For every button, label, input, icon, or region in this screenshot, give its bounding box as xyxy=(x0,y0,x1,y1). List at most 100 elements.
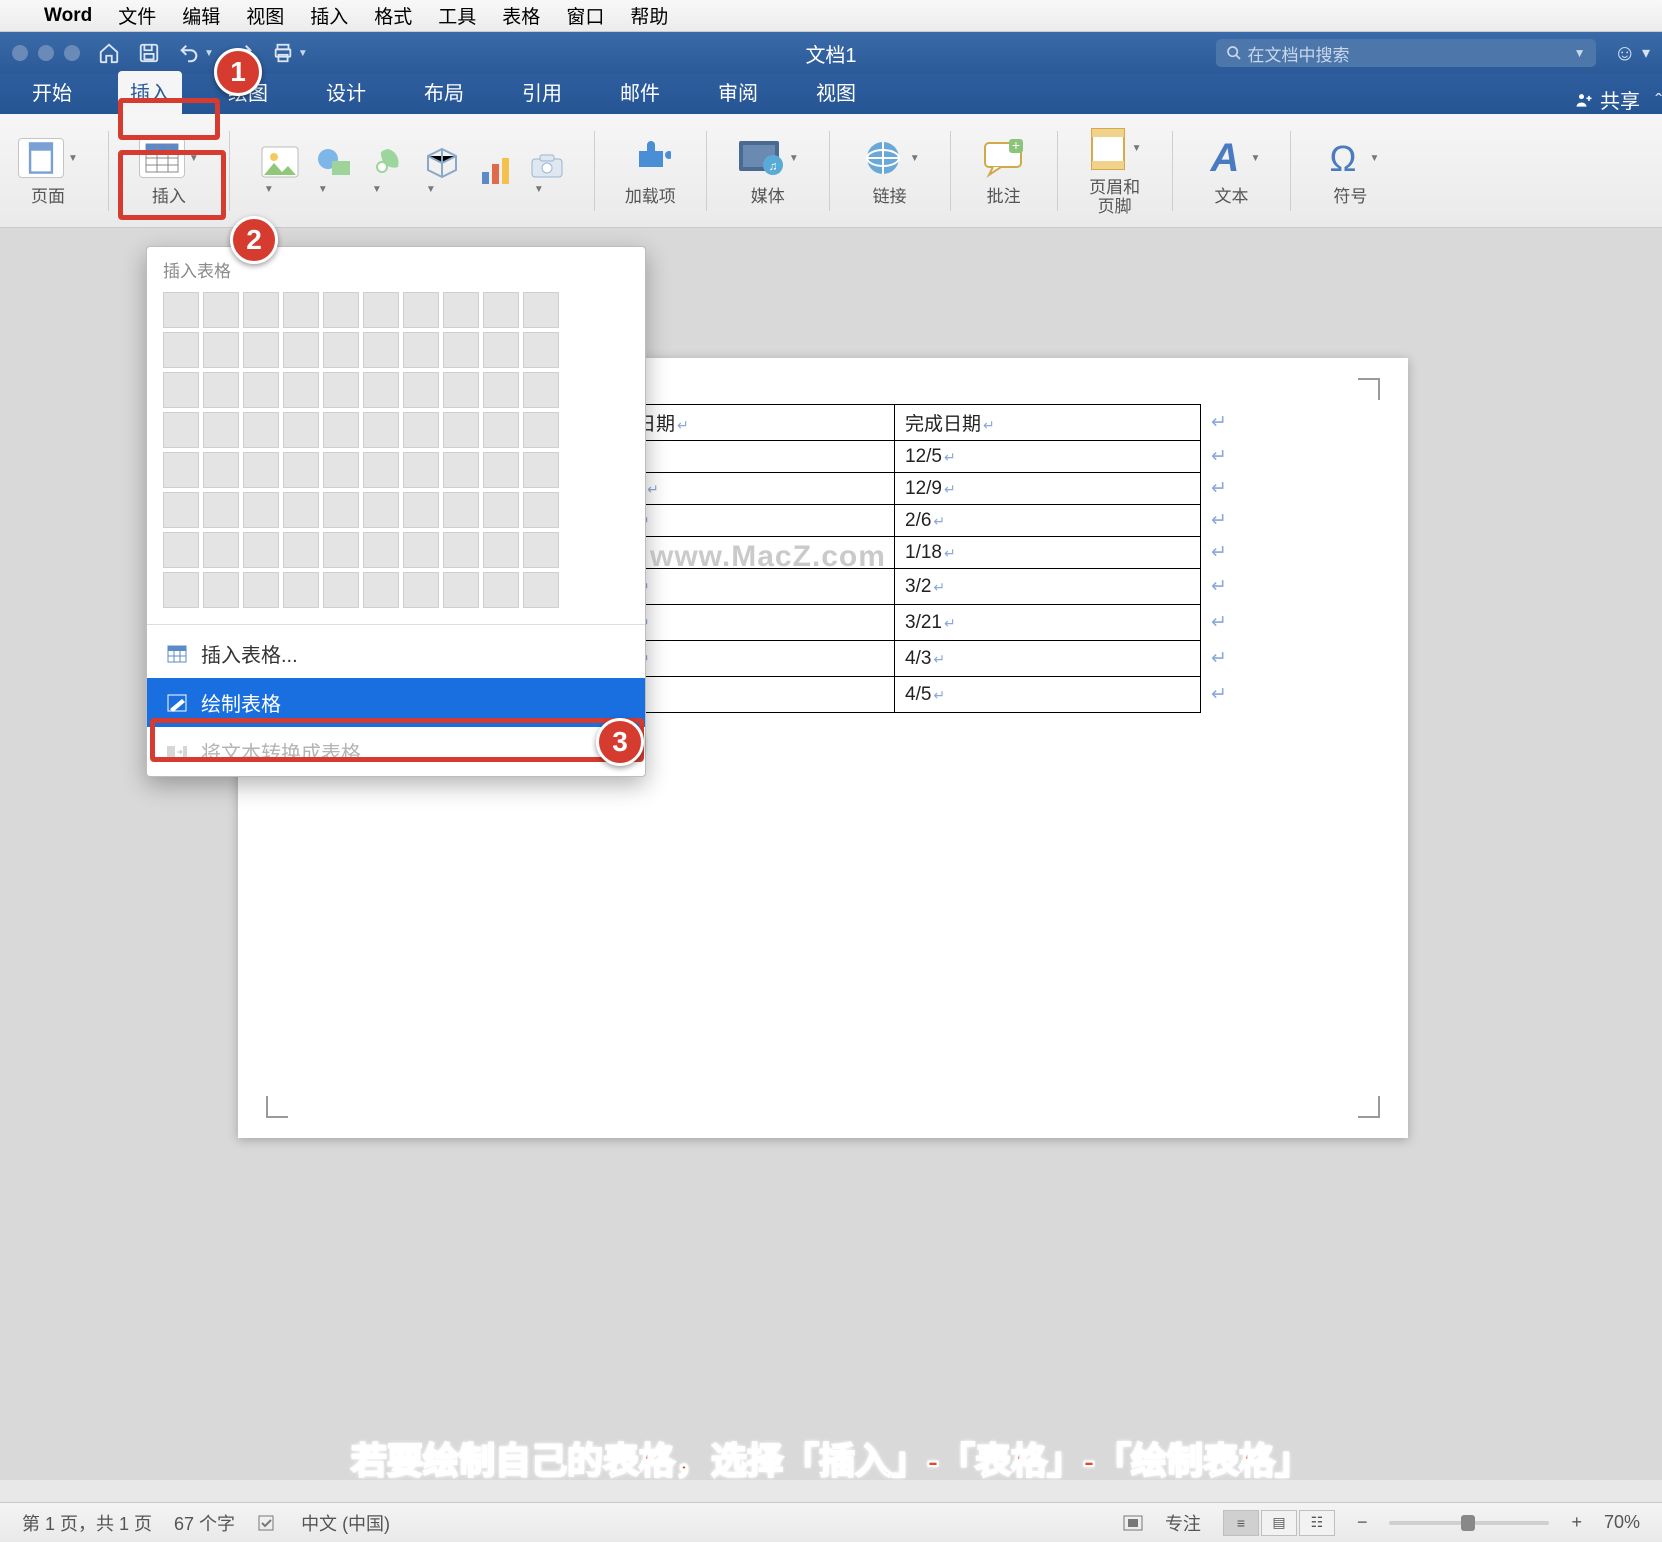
grid-cell[interactable] xyxy=(403,532,439,568)
tab-mailings[interactable]: 邮件 xyxy=(608,71,672,114)
grid-cell[interactable] xyxy=(203,292,239,328)
zoom-in-icon[interactable]: + xyxy=(1571,1512,1582,1533)
grid-cell[interactable] xyxy=(403,372,439,408)
grid-cell[interactable] xyxy=(163,572,199,608)
table-cell[interactable]: 4/5↵ xyxy=(895,677,1201,713)
status-language[interactable]: 中文 (中国) xyxy=(301,1510,390,1536)
grid-cell[interactable] xyxy=(523,412,559,448)
grid-cell[interactable] xyxy=(163,492,199,528)
grid-cell[interactable] xyxy=(323,372,359,408)
menu-file[interactable]: 文件 xyxy=(118,2,156,29)
grid-cell[interactable] xyxy=(403,412,439,448)
grid-cell[interactable] xyxy=(283,532,319,568)
status-wordcount[interactable]: 67 个字 xyxy=(174,1510,235,1536)
status-page[interactable]: 第 1 页，共 1 页 xyxy=(22,1510,152,1536)
zoom-out-icon[interactable]: − xyxy=(1357,1512,1368,1533)
shapes-icon[interactable]: ▼ xyxy=(314,145,354,197)
grid-cell[interactable] xyxy=(203,532,239,568)
grid-cell[interactable] xyxy=(163,332,199,368)
grid-cell[interactable] xyxy=(403,572,439,608)
grid-cell[interactable] xyxy=(163,532,199,568)
grid-cell[interactable] xyxy=(443,492,479,528)
grid-cell[interactable] xyxy=(203,492,239,528)
grid-cell[interactable] xyxy=(243,572,279,608)
grid-cell[interactable] xyxy=(523,292,559,328)
grid-cell[interactable] xyxy=(523,492,559,528)
pictures-icon[interactable]: ▼ xyxy=(260,145,300,197)
grid-cell[interactable] xyxy=(483,412,519,448)
group-comment[interactable]: + 批注 xyxy=(981,134,1027,207)
grid-cell[interactable] xyxy=(443,372,479,408)
grid-cell[interactable] xyxy=(243,372,279,408)
grid-cell[interactable] xyxy=(283,492,319,528)
grid-cell[interactable] xyxy=(363,572,399,608)
group-headerfooter[interactable]: ▼ 页眉和 页脚 xyxy=(1088,125,1142,216)
tab-view[interactable]: 视图 xyxy=(804,71,868,114)
grid-cell[interactable] xyxy=(483,372,519,408)
tab-references[interactable]: 引用 xyxy=(510,71,574,114)
menu-insert[interactable]: 插入 xyxy=(310,2,348,29)
tab-review[interactable]: 审阅 xyxy=(706,71,770,114)
grid-cell[interactable] xyxy=(283,332,319,368)
table-cell[interactable]: 12/9↵ xyxy=(895,473,1201,505)
group-text[interactable]: A▼ 文本 xyxy=(1203,134,1261,207)
grid-cell[interactable] xyxy=(443,532,479,568)
menu-insert-table[interactable]: 插入表格... xyxy=(147,629,645,678)
window-controls[interactable] xyxy=(12,45,80,61)
menu-table[interactable]: 表格 xyxy=(502,2,540,29)
grid-cell[interactable] xyxy=(363,492,399,528)
menu-window[interactable]: 窗口 xyxy=(566,2,604,29)
grid-cell[interactable] xyxy=(483,292,519,328)
chart-icon[interactable] xyxy=(476,154,516,188)
smartart-icon[interactable]: ▼ xyxy=(368,145,408,197)
grid-cell[interactable] xyxy=(523,572,559,608)
grid-cell[interactable] xyxy=(443,332,479,368)
group-table[interactable]: ▼ 插入 xyxy=(139,134,199,207)
3dmodel-icon[interactable]: ▼ xyxy=(422,145,462,197)
grid-cell[interactable] xyxy=(203,572,239,608)
grid-cell[interactable] xyxy=(363,292,399,328)
share-button[interactable]: 共享 xyxy=(1574,85,1640,114)
grid-cell[interactable] xyxy=(403,492,439,528)
table-cell[interactable]: 2/6↵ xyxy=(895,505,1201,537)
grid-cell[interactable] xyxy=(203,412,239,448)
grid-cell[interactable] xyxy=(243,292,279,328)
grid-cell[interactable] xyxy=(323,452,359,488)
grid-cell[interactable] xyxy=(523,532,559,568)
group-symbol[interactable]: Ω▼ 符号 xyxy=(1321,134,1379,207)
tab-design[interactable]: 设计 xyxy=(314,71,378,114)
zoom-slider[interactable] xyxy=(1389,1521,1549,1525)
view-buttons[interactable]: ≡ ▤ ☷ xyxy=(1223,1510,1335,1536)
undo-icon[interactable] xyxy=(178,42,200,64)
grid-cell[interactable] xyxy=(323,332,359,368)
grid-cell[interactable] xyxy=(403,452,439,488)
grid-cell[interactable] xyxy=(483,572,519,608)
screenshot-icon[interactable]: ▼ xyxy=(530,153,564,197)
grid-cell[interactable] xyxy=(483,492,519,528)
grid-cell[interactable] xyxy=(363,332,399,368)
grid-cell[interactable] xyxy=(363,532,399,568)
grid-cell[interactable] xyxy=(283,412,319,448)
grid-cell[interactable] xyxy=(163,372,199,408)
table-cell[interactable]: 3/2↵ xyxy=(895,569,1201,605)
menu-help[interactable]: 帮助 xyxy=(630,2,668,29)
grid-cell[interactable] xyxy=(283,572,319,608)
menu-draw-table[interactable]: 绘制表格 xyxy=(147,678,645,727)
grid-cell[interactable] xyxy=(443,452,479,488)
grid-cell[interactable] xyxy=(443,412,479,448)
table-cell[interactable]: 12/5↵ xyxy=(895,441,1201,473)
grid-cell[interactable] xyxy=(283,372,319,408)
grid-cell[interactable] xyxy=(483,452,519,488)
table-grid-picker[interactable] xyxy=(147,284,645,620)
focus-icon[interactable] xyxy=(1123,1515,1143,1531)
grid-cell[interactable] xyxy=(243,332,279,368)
grid-cell[interactable] xyxy=(323,492,359,528)
grid-cell[interactable] xyxy=(323,412,359,448)
group-page[interactable]: ▼ 页面 xyxy=(18,134,78,207)
grid-cell[interactable] xyxy=(523,332,559,368)
home-icon[interactable] xyxy=(98,42,120,64)
menu-view[interactable]: 视图 xyxy=(246,2,284,29)
grid-cell[interactable] xyxy=(363,412,399,448)
menu-edit[interactable]: 编辑 xyxy=(182,2,220,29)
grid-cell[interactable] xyxy=(323,292,359,328)
